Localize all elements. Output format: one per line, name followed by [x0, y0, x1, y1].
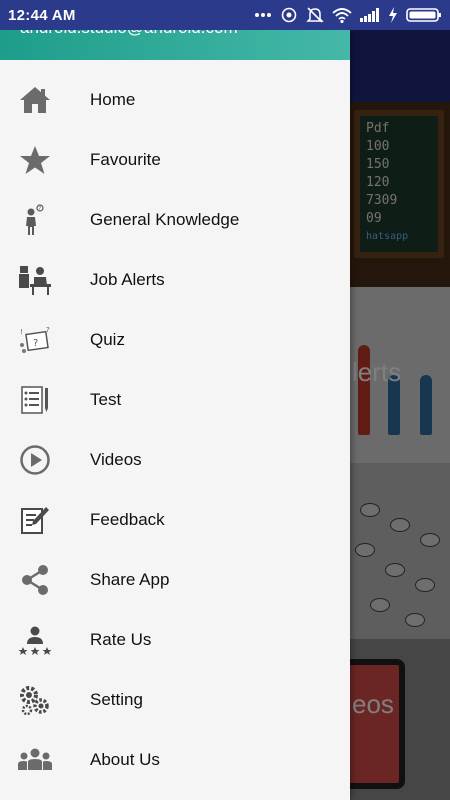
battery-icon — [406, 7, 442, 23]
svg-text:?: ? — [39, 206, 42, 212]
menu-item-label: Job Alerts — [90, 270, 165, 289]
feedback-icon — [18, 504, 52, 536]
thinking-person-icon: ? — [18, 204, 52, 236]
svg-text:?: ? — [46, 326, 50, 334]
gears-icon — [18, 684, 52, 716]
quiz-icon: ?!? — [18, 324, 52, 356]
mute-icon — [306, 6, 324, 24]
header-email: android.studio@android.com — [20, 30, 238, 38]
menu-item-test[interactable]: Test — [0, 370, 350, 430]
menu-item-label: Setting — [90, 690, 143, 709]
menu-item-quiz[interactable]: ?!? Quiz — [0, 310, 350, 370]
menu-item-label: Test — [90, 390, 122, 409]
star-icon — [18, 144, 52, 176]
menu-item-rate-us[interactable]: Rate Us — [0, 610, 350, 670]
share-icon — [18, 564, 52, 596]
charging-icon — [388, 7, 398, 23]
hotspot-icon — [280, 6, 298, 24]
navigation-drawer: android.studio@android.com Home Favourit… — [0, 30, 350, 800]
status-bar: 12:44 AM — [0, 0, 450, 30]
home-icon — [18, 84, 52, 116]
menu-item-label: Share App — [90, 570, 170, 589]
menu-item-label: Rate Us — [90, 630, 152, 649]
menu-item-home[interactable]: Home — [0, 70, 350, 130]
drawer-scrim[interactable] — [350, 30, 450, 800]
menu-item-favourite[interactable]: Favourite — [0, 130, 350, 190]
menu-item-label: Quiz — [90, 330, 125, 349]
play-circle-icon — [18, 444, 52, 476]
menu-item-share-app[interactable]: Share App — [0, 550, 350, 610]
menu-item-setting[interactable]: Setting — [0, 670, 350, 730]
worker-desk-icon — [18, 264, 52, 296]
rate-icon — [18, 624, 52, 656]
menu-item-about-us[interactable]: About Us — [0, 730, 350, 790]
menu-item-videos[interactable]: Videos — [0, 430, 350, 490]
menu-item-label: Home — [90, 90, 136, 109]
signal-icon — [360, 8, 380, 22]
drawer-header: android.studio@android.com — [0, 30, 350, 60]
more-dots-icon — [254, 12, 272, 18]
status-time: 12:44 AM — [8, 6, 76, 24]
svg-text:!: ! — [20, 328, 23, 336]
group-icon — [18, 744, 52, 776]
drawer-menu: Home Favourite ? General Knowledge Job A… — [0, 70, 350, 790]
test-sheet-icon — [18, 384, 52, 416]
menu-item-job-alerts[interactable]: Job Alerts — [0, 250, 350, 310]
menu-item-label: Videos — [90, 450, 142, 469]
wifi-icon — [332, 7, 352, 23]
svg-text:?: ? — [33, 338, 38, 349]
menu-item-label: Feedback — [90, 510, 165, 529]
menu-item-feedback[interactable]: Feedback — [0, 490, 350, 550]
menu-item-label: About Us — [90, 750, 160, 769]
menu-item-label: General Knowledge — [90, 210, 240, 229]
menu-item-general-knowledge[interactable]: ? General Knowledge — [0, 190, 350, 250]
menu-item-label: Favourite — [90, 150, 161, 169]
